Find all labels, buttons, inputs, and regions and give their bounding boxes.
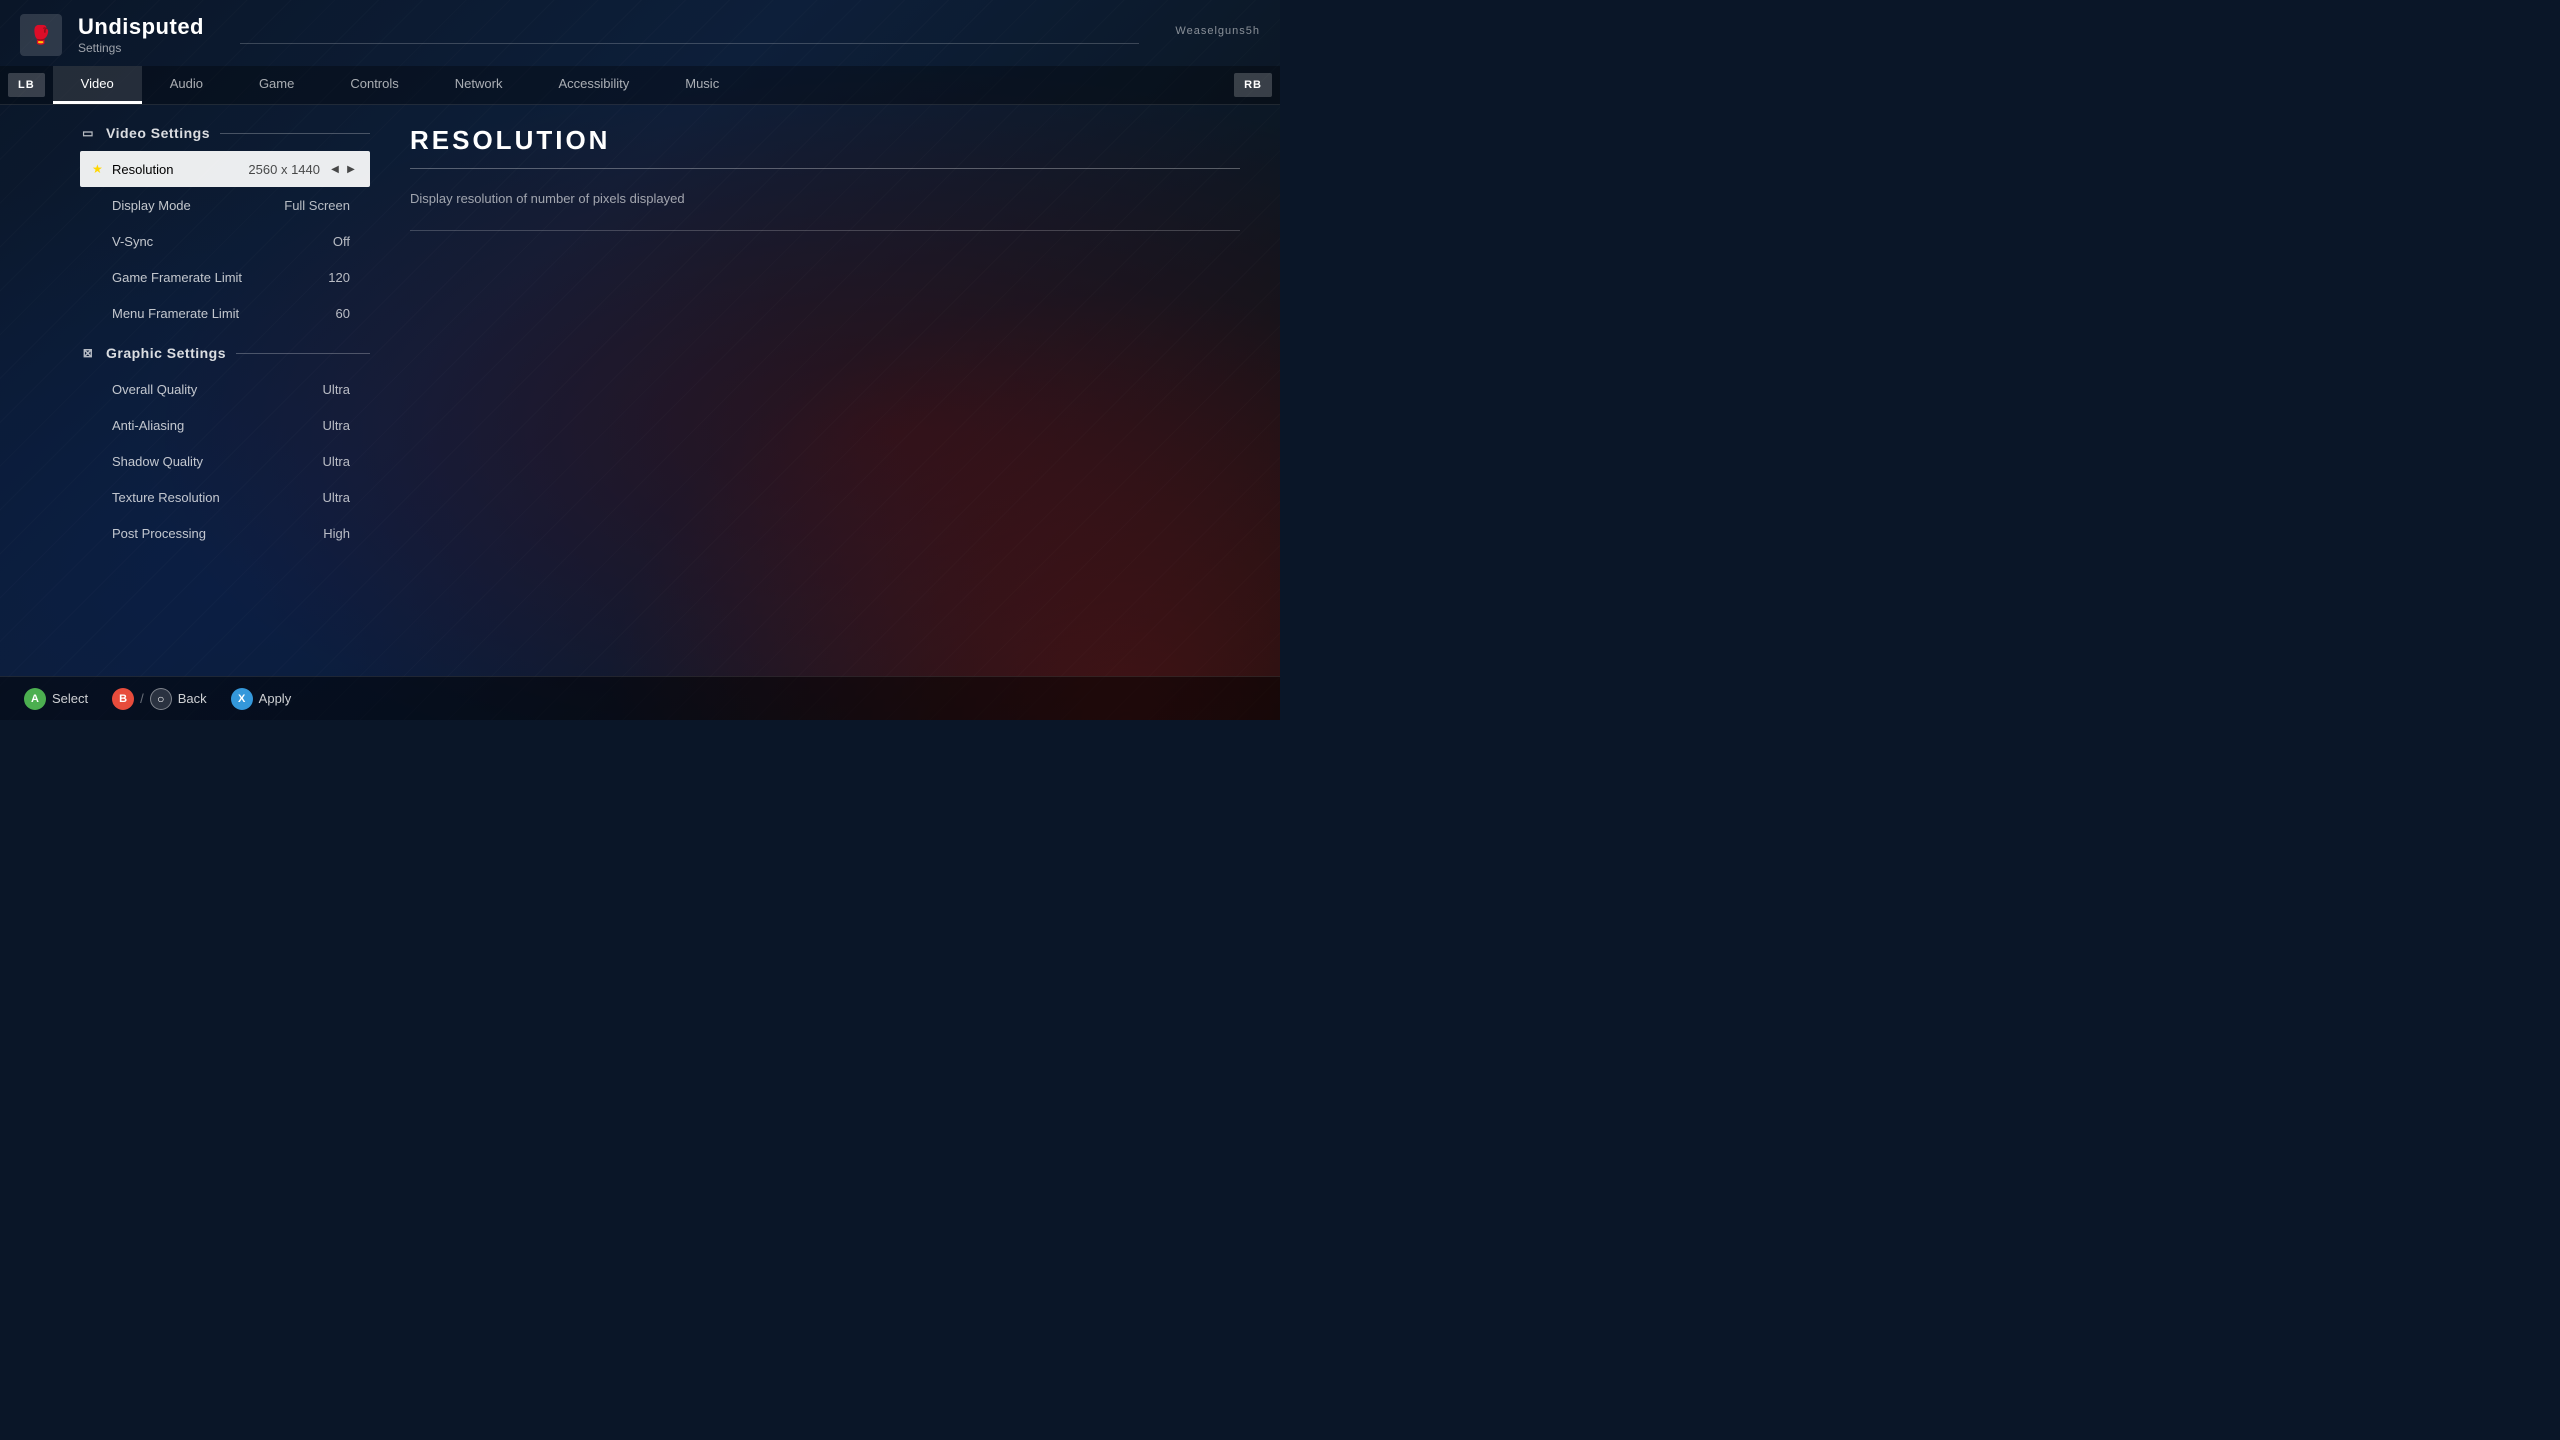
setting-row-resolution[interactable]: ★ Resolution 2560 x 1440 ◀ ▶ xyxy=(80,151,370,187)
overall-quality-value: Ultra xyxy=(323,382,350,397)
select-label: Select xyxy=(52,691,88,706)
header-text: Undisputed Settings xyxy=(78,15,204,54)
app-icon: 🥊 xyxy=(20,14,62,56)
detail-title-divider xyxy=(410,168,1240,169)
x-button-icon: X xyxy=(231,688,253,710)
anti-aliasing-value: Ultra xyxy=(323,418,350,433)
b-button-icon: B xyxy=(112,688,134,710)
post-processing-label: Post Processing xyxy=(112,526,323,541)
detail-title: RESOLUTION xyxy=(410,125,1240,156)
anti-aliasing-label: Anti-Aliasing xyxy=(112,418,323,433)
tab-game[interactable]: Game xyxy=(231,66,322,104)
shadow-quality-value: Ultra xyxy=(323,454,350,469)
bottom-bar: A Select B / ○ Back X Apply xyxy=(0,676,1280,720)
select-action[interactable]: A Select xyxy=(24,688,88,710)
vsync-value: Off xyxy=(333,234,350,249)
tab-accessibility[interactable]: Accessibility xyxy=(530,66,657,104)
graphic-icon: ⊠ xyxy=(80,345,96,361)
game-framerate-value: 120 xyxy=(328,270,350,285)
slash-separator: / xyxy=(140,691,144,706)
setting-row-shadow-quality[interactable]: Shadow Quality Ultra xyxy=(80,443,370,479)
detail-bottom-divider xyxy=(410,230,1240,231)
texture-resolution-value: Ultra xyxy=(323,490,350,505)
tab-rb-button[interactable]: RB xyxy=(1234,73,1272,97)
tab-video[interactable]: Video xyxy=(53,66,142,104)
overall-quality-label: Overall Quality xyxy=(112,382,323,397)
setting-row-anti-aliasing[interactable]: Anti-Aliasing Ultra xyxy=(80,407,370,443)
menu-framerate-label: Menu Framerate Limit xyxy=(112,306,336,321)
graphic-settings-label: Graphic Settings xyxy=(106,345,226,361)
back-label: Back xyxy=(178,691,207,706)
tab-bar: LB Video Audio Game Controls Network Acc… xyxy=(0,66,1280,105)
resolution-arrows[interactable]: ◀ ▶ xyxy=(328,162,358,176)
header: 🥊 Undisputed Settings Weaselguns5h xyxy=(0,0,1280,66)
tab-music[interactable]: Music xyxy=(657,66,747,104)
menu-framerate-value: 60 xyxy=(336,306,350,321)
display-mode-value: Full Screen xyxy=(284,198,350,213)
header-divider xyxy=(240,43,1139,44)
setting-row-game-framerate[interactable]: Game Framerate Limit 120 xyxy=(80,259,370,295)
apply-label: Apply xyxy=(259,691,292,706)
vsync-label: V-Sync xyxy=(112,234,333,249)
header-username: Weaselguns5h xyxy=(1175,25,1260,37)
app-subtitle: Settings xyxy=(78,41,204,55)
setting-row-display-mode[interactable]: Display Mode Full Screen xyxy=(80,187,370,223)
setting-row-texture-resolution[interactable]: Texture Resolution Ultra xyxy=(80,479,370,515)
monitor-icon: ▭ xyxy=(80,125,96,141)
texture-resolution-label: Texture Resolution xyxy=(112,490,323,505)
video-settings-label: Video Settings xyxy=(106,125,210,141)
main-area: ▭ Video Settings ★ Resolution 2560 x 144… xyxy=(0,105,1280,676)
circle-button-icon: ○ xyxy=(150,688,172,710)
detail-description: Display resolution of number of pixels d… xyxy=(410,189,1240,210)
tab-network[interactable]: Network xyxy=(427,66,531,104)
graphic-settings-header: ⊠ Graphic Settings xyxy=(80,345,370,361)
setting-row-menu-framerate[interactable]: Menu Framerate Limit 60 xyxy=(80,295,370,331)
display-mode-label: Display Mode xyxy=(112,198,284,213)
arrow-right-icon[interactable]: ▶ xyxy=(344,162,358,176)
tab-lb-button[interactable]: LB xyxy=(8,73,45,97)
apply-action[interactable]: X Apply xyxy=(231,688,292,710)
shadow-quality-label: Shadow Quality xyxy=(112,454,323,469)
resolution-value: 2560 x 1440 xyxy=(248,162,320,177)
app-icon-symbol: 🥊 xyxy=(30,25,52,46)
game-framerate-label: Game Framerate Limit xyxy=(112,270,328,285)
arrow-left-icon[interactable]: ◀ xyxy=(328,162,342,176)
tab-audio[interactable]: Audio xyxy=(142,66,231,104)
app-title: Undisputed xyxy=(78,15,204,39)
resolution-label: Resolution xyxy=(112,162,248,177)
section-divider xyxy=(220,133,370,134)
setting-row-post-processing[interactable]: Post Processing High xyxy=(80,515,370,551)
settings-panel: ▭ Video Settings ★ Resolution 2560 x 144… xyxy=(0,105,370,676)
post-processing-value: High xyxy=(323,526,350,541)
setting-row-vsync[interactable]: V-Sync Off xyxy=(80,223,370,259)
graphic-section-divider xyxy=(236,353,370,354)
setting-row-overall-quality[interactable]: Overall Quality Ultra xyxy=(80,371,370,407)
star-icon: ★ xyxy=(92,162,112,176)
a-button-icon: A xyxy=(24,688,46,710)
tab-controls[interactable]: Controls xyxy=(322,66,426,104)
back-action[interactable]: B / ○ Back xyxy=(112,688,207,710)
video-settings-header: ▭ Video Settings xyxy=(80,125,370,141)
detail-panel: RESOLUTION Display resolution of number … xyxy=(370,105,1280,676)
